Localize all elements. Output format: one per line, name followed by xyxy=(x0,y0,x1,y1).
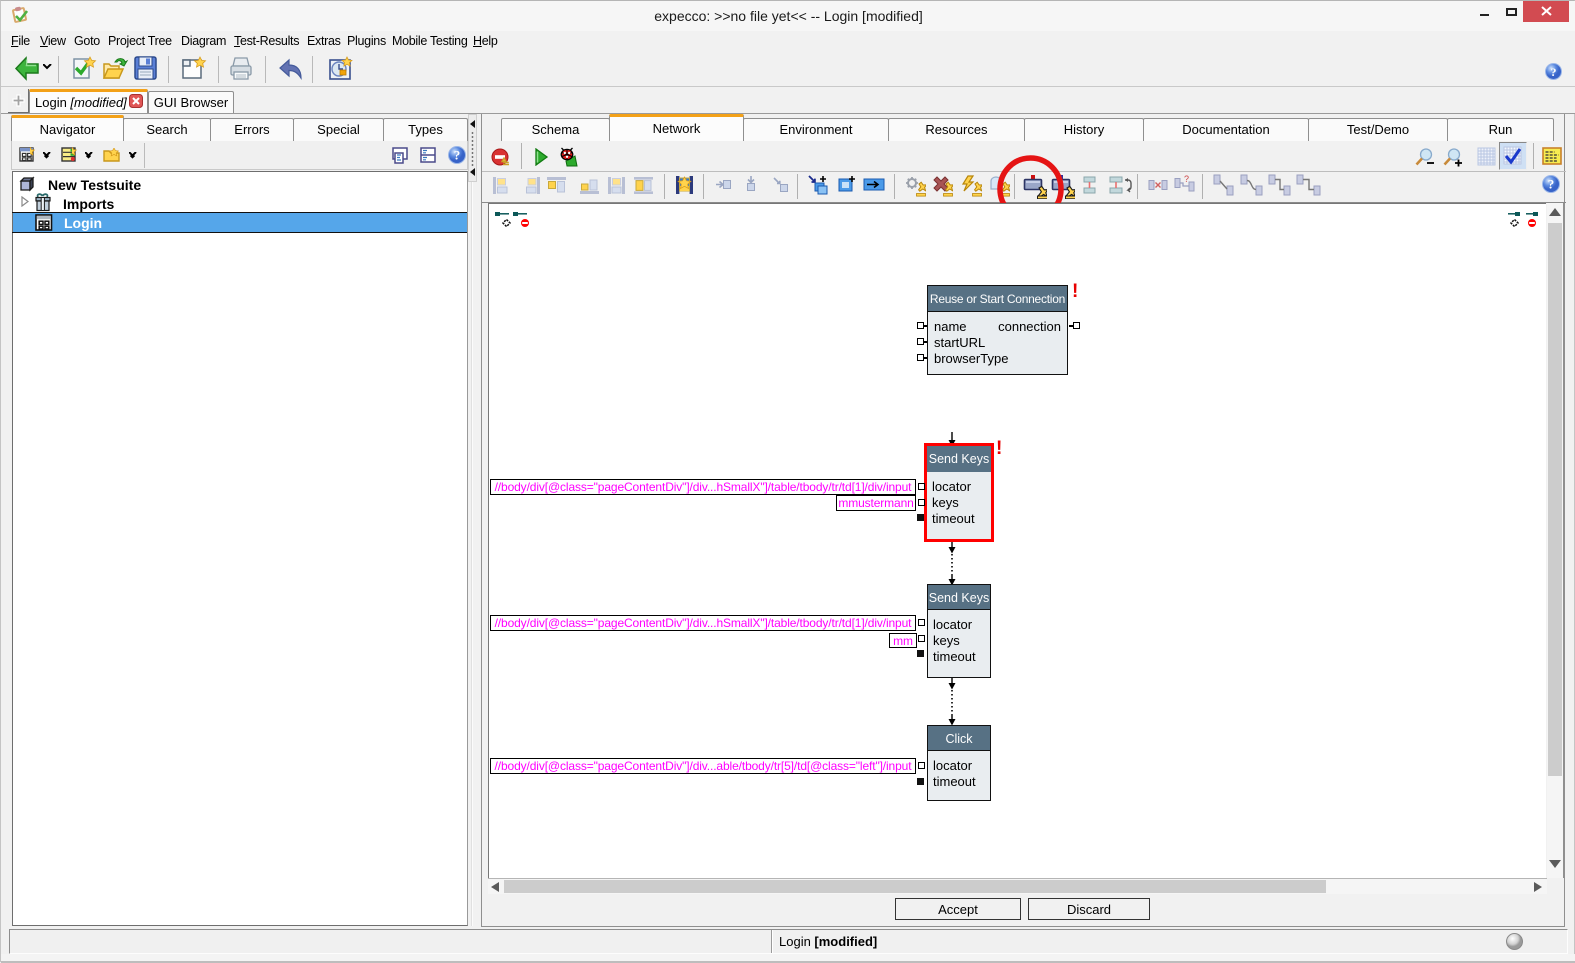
svg-text:?: ? xyxy=(454,148,461,163)
svg-text:?: ? xyxy=(1184,174,1189,184)
svg-text:?: ? xyxy=(1551,65,1557,79)
svg-text:?: ? xyxy=(1548,177,1555,192)
